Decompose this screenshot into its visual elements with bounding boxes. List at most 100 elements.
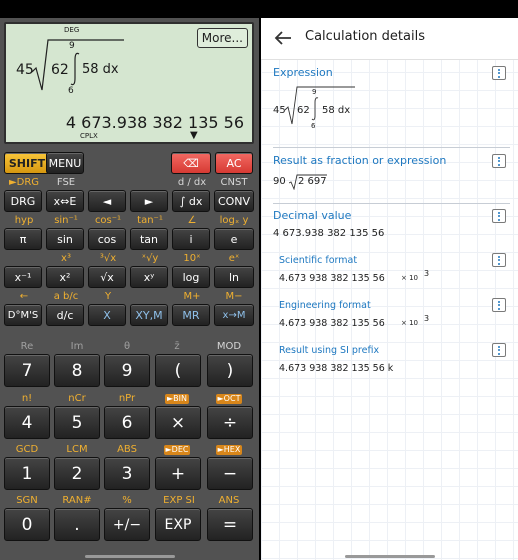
more-options-icon[interactable]	[492, 209, 506, 223]
to-hex-tag: ►HEX	[215, 445, 243, 455]
fraction-key[interactable]: d/c	[46, 304, 84, 326]
engineering-section: Engineering format 4.673 938 382 135 56 …	[261, 296, 518, 340]
log-base-label: logₓ y	[219, 215, 249, 226]
random-label: RAN#	[62, 495, 92, 506]
reciprocal-key[interactable]: x⁻¹	[4, 266, 42, 288]
more-options-icon[interactable]	[492, 253, 506, 267]
backspace-key[interactable]: ⌫	[171, 152, 211, 174]
arccos-label: cos⁻¹	[94, 215, 122, 226]
divide-key[interactable]: ÷	[207, 406, 253, 439]
calculation-details-panel: Calculation details Expression 45 62 9 6…	[261, 0, 518, 560]
constants-label: CNST	[220, 177, 248, 188]
xy-memory-key[interactable]: XY,M	[130, 304, 168, 326]
plus-key[interactable]: +	[155, 457, 201, 490]
cos-key[interactable]: cos	[88, 228, 126, 250]
digit-2-key[interactable]: 2	[54, 457, 100, 490]
equals-key[interactable]: =	[207, 508, 253, 541]
digit-5-key[interactable]: 5	[54, 406, 100, 439]
digit-7-key[interactable]: 7	[4, 354, 50, 387]
key-row-4: x³ ³√x ˣ√y 10ˣ eˣ x⁻¹ x² √x xʸ log ln	[0, 252, 259, 292]
to-decimal-tag: ►DEC	[163, 445, 191, 455]
memory-recall-key[interactable]: MR	[172, 304, 210, 326]
shift-key[interactable]: SHIFT	[4, 152, 50, 174]
minus-key[interactable]: −	[207, 457, 253, 490]
menu-key[interactable]: MENU	[46, 152, 84, 174]
dms-key[interactable]: D°M'S	[4, 304, 42, 326]
to-binary-tag: ►BIN	[165, 394, 189, 404]
sin-key[interactable]: sin	[46, 228, 84, 250]
status-bar	[0, 0, 259, 18]
conversion-key[interactable]: CONV	[214, 190, 254, 212]
integral-key[interactable]: ∫ dx	[172, 190, 210, 212]
sign-label: SGN	[16, 495, 38, 506]
x-variable-key[interactable]: X	[88, 304, 126, 326]
page-title: Calculation details	[305, 29, 425, 44]
drg-shift-label: ►DRG	[8, 177, 40, 188]
angle-label: ∠	[187, 215, 197, 226]
digit-1-key[interactable]: 1	[4, 457, 50, 490]
power-key[interactable]: xʸ	[130, 266, 168, 288]
percent-label: %	[122, 495, 132, 506]
section-divider	[273, 203, 510, 204]
close-paren-key[interactable]: )	[207, 354, 253, 387]
digit-0-key[interactable]: 0	[4, 508, 50, 541]
answer-label: ANS	[218, 495, 240, 506]
nth-root-label: ˣ√y	[141, 253, 159, 264]
negate-key[interactable]: +/−	[104, 508, 150, 541]
expression-section: Expression 45 62 9 6 58 dx	[261, 62, 518, 148]
result-value: 4 673.938 382 135 56	[65, 113, 244, 132]
digit-8-key[interactable]: 8	[54, 354, 100, 387]
decimal-point-key[interactable]: .	[54, 508, 100, 541]
back-arrow-icon[interactable]	[271, 26, 295, 50]
store-memory-key[interactable]: x→M	[214, 304, 254, 326]
ten-power-label: 10ˣ	[183, 253, 201, 264]
square-root-key[interactable]: √x	[88, 266, 126, 288]
gesture-nav-bar[interactable]	[344, 555, 435, 558]
cursor-right-key[interactable]: ►	[130, 190, 168, 212]
lcm-label: LCM	[66, 444, 88, 455]
key-row-1: SHIFT MENU ⌫ AC	[0, 138, 259, 178]
drg-key[interactable]: DRG	[4, 190, 42, 212]
cursor-left-key[interactable]: ◄	[88, 190, 126, 212]
digit-9-key[interactable]: 9	[104, 354, 150, 387]
log-key[interactable]: log	[172, 266, 210, 288]
calculator-panel: DEG More... 45 62 9 6 58 dx 4 673.938 38…	[0, 0, 259, 560]
section-title: Expression	[273, 66, 333, 79]
digit-4-key[interactable]: 4	[4, 406, 50, 439]
more-button[interactable]: More...	[196, 28, 248, 48]
ln-key[interactable]: ln	[214, 266, 254, 288]
integral-sign-icon	[311, 97, 319, 121]
cube-root-label: ³√x	[99, 253, 117, 264]
open-paren-key[interactable]: (	[155, 354, 201, 387]
scientific-times-ten: × 10	[401, 274, 418, 282]
memory-minus-label: M−	[225, 291, 243, 302]
cube-label: x³	[61, 253, 71, 264]
scientific-section: Scientific format 4.673 938 382 135 56 ×…	[261, 251, 518, 295]
gesture-nav-bar[interactable]	[84, 555, 175, 558]
imaginary-unit-key[interactable]: i	[172, 228, 210, 250]
to-decimal-label: ►DEC	[153, 443, 201, 456]
y-label: Y	[104, 291, 112, 302]
euler-e-key[interactable]: e	[214, 228, 254, 250]
all-clear-key[interactable]: AC	[215, 152, 253, 174]
si-prefix-section: Result using SI prefix 4.673 938 382 135…	[261, 341, 518, 385]
multiply-key[interactable]: ×	[155, 406, 201, 439]
more-options-icon[interactable]	[492, 343, 506, 357]
more-options-icon[interactable]	[492, 66, 506, 80]
fse-label: FSE	[56, 177, 76, 188]
more-options-icon[interactable]	[492, 298, 506, 312]
memory-plus-label: M+	[183, 291, 201, 302]
decimal-section: Decimal value 4 673.938 382 135 56	[261, 205, 518, 247]
x-exchange-e-key[interactable]: x⇔E	[46, 190, 84, 212]
more-options-icon[interactable]	[492, 154, 506, 168]
digit-6-key[interactable]: 6	[104, 406, 150, 439]
pi-key[interactable]: π	[4, 228, 42, 250]
exponent-key[interactable]: EXP	[155, 508, 201, 541]
status-bar	[261, 0, 518, 18]
expression-coefficient: 45	[273, 105, 286, 116]
digit-3-key[interactable]: 3	[104, 457, 150, 490]
factorial-label: n!	[21, 393, 33, 404]
gcd-label: GCD	[15, 444, 39, 455]
square-key[interactable]: x²	[46, 266, 84, 288]
tan-key[interactable]: tan	[130, 228, 168, 250]
